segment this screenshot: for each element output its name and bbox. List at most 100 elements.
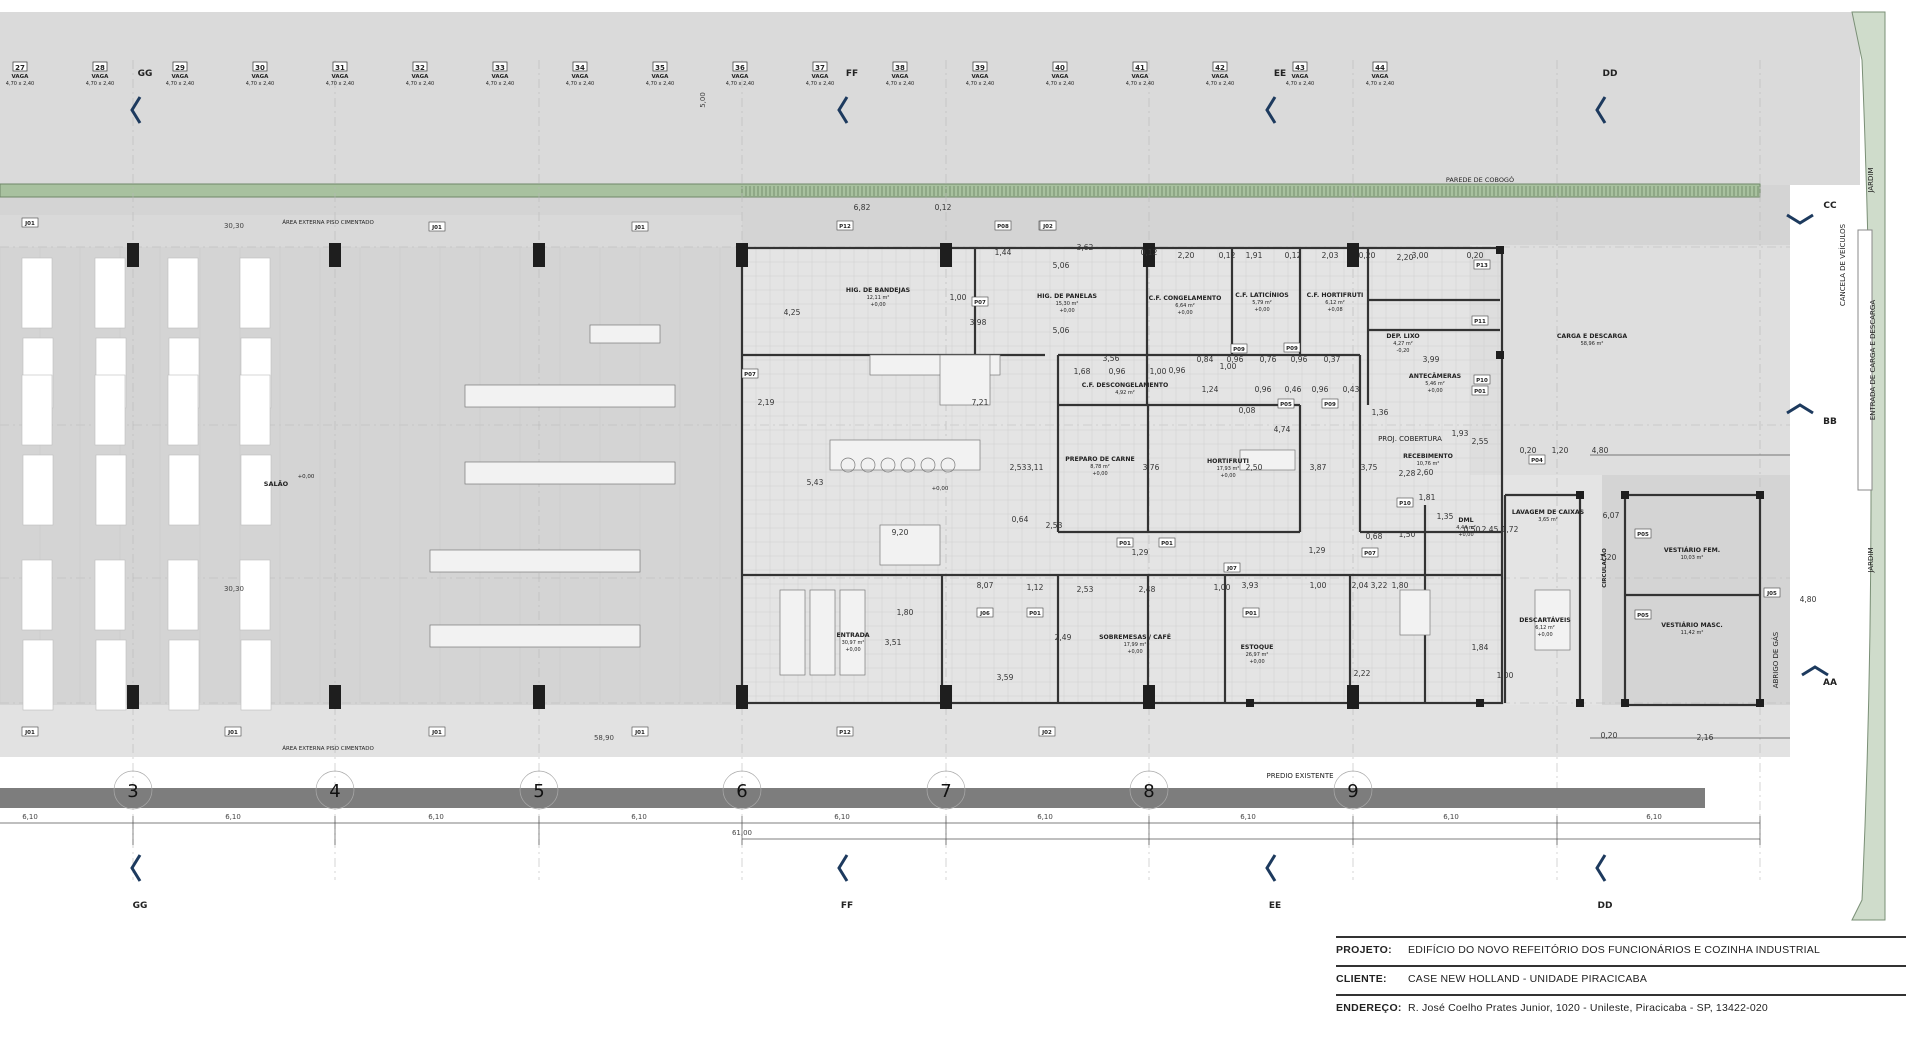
floor-plan-drawing: 27VAGA4,70 x 2,4028VAGA4,70 x 2,4029VAGA… — [0, 0, 1920, 1037]
existing-building-band — [0, 788, 1705, 808]
interior-dimension: 1,50 — [1399, 530, 1416, 539]
section-label-top: EE — [1274, 69, 1286, 79]
interior-dimension: 6,82 — [854, 203, 871, 212]
interior-dimension: 1,80 — [1392, 581, 1409, 590]
interior-dimension: 2,04 — [1352, 581, 1369, 590]
gas-shelter-label: ABRIGO DE GÁS — [1771, 631, 1780, 688]
interior-dimension: 3,62 — [1077, 243, 1094, 252]
axis-number: 8 — [1143, 781, 1154, 802]
section-label-top: GG — [138, 69, 153, 79]
interior-dimension: 1,00 — [1497, 671, 1514, 680]
parking-number: 36 — [735, 64, 745, 72]
bay-dimension: 6,10 — [1443, 813, 1459, 821]
room-level: +0,00 — [1059, 308, 1074, 314]
parking-number: 43 — [1295, 64, 1305, 72]
interior-dimension: 1,72 — [1502, 525, 1519, 534]
parking-dim: 4,70 x 2,40 — [726, 81, 754, 87]
parking-label: VAGA — [732, 74, 750, 80]
room-level: +0,00 — [845, 647, 860, 653]
circulation-label: CIRCULAÇÃO — [1601, 548, 1608, 588]
interior-dimension: 3,51 — [885, 638, 902, 647]
project-label: PROJETO: — [1336, 944, 1392, 956]
title-block: PROJETO: EDIFÍCIO DO NOVO REFEITÓRIO DOS… — [1336, 936, 1906, 1023]
room-area: 5,46 m² — [1425, 381, 1445, 387]
interior-dimension: 1,00 — [1220, 362, 1237, 371]
door-tag: P07 — [974, 300, 986, 306]
interior-dimension: 4,25 — [784, 308, 801, 317]
parking-label: VAGA — [252, 74, 270, 80]
interior-dimension: 0,64 — [1012, 515, 1029, 524]
interior-dimension: 0,12 — [1285, 251, 1302, 260]
address-row: ENDEREÇO: R. José Coelho Prates Junior, … — [1336, 994, 1906, 1023]
kitchen-level: +0,00 — [932, 486, 949, 492]
room-level: +0,00 — [870, 302, 885, 308]
interior-dimension: 1,24 — [1202, 385, 1219, 394]
interior-dimension: 3,00 — [1412, 251, 1429, 260]
interior-dimension: 2,20 — [1397, 253, 1414, 262]
room-name: C.F. DESCONGELAMENTO — [1082, 382, 1169, 389]
parking-label: VAGA — [1372, 74, 1390, 80]
interior-dimension: 0,50 — [1464, 525, 1481, 534]
room-name: VESTIÁRIO MASC. — [1661, 620, 1723, 629]
door-tag: P01 — [1245, 611, 1257, 617]
door-tag: P09 — [1324, 402, 1336, 408]
room-area: 17,93 m² — [1217, 466, 1240, 472]
bay-dimension: 6,10 — [22, 813, 38, 821]
interior-dimension: 1,00 — [1150, 367, 1167, 376]
loading-entrance-label: ENTRADA DE CARGA E DESCARGA — [1869, 300, 1877, 420]
parking-number: 39 — [975, 64, 985, 72]
external-area-label-bottom: ÁREA EXTERNA PISO CIMENTADO — [282, 745, 374, 752]
door-tag: J01 — [431, 225, 442, 231]
door-tag: P01 — [1161, 541, 1173, 547]
room-area: 15,30 m² — [1056, 301, 1079, 307]
door-tag: P08 — [997, 224, 1009, 230]
room-name: DML — [1458, 517, 1473, 524]
room-level: +0,00 — [1220, 473, 1235, 479]
interior-dimension: 1,84 — [1472, 643, 1489, 652]
parking-dim: 4,70 x 2,40 — [166, 81, 194, 87]
parking-label: VAGA — [1292, 74, 1310, 80]
door-tag: J01 — [227, 730, 238, 736]
parking-number: 28 — [95, 64, 105, 72]
door-tag: P04 — [1531, 458, 1543, 464]
parking-number: 31 — [335, 64, 345, 72]
room-name: ENTRADA — [836, 632, 869, 639]
interior-dimension: 2,49 — [1055, 633, 1072, 642]
service-yard — [1470, 245, 1790, 475]
parking-number: 30 — [255, 64, 265, 72]
interior-dimension: 6,07 — [1603, 511, 1620, 520]
interior-dimension: 9,20 — [892, 528, 909, 537]
door-tag: J06 — [979, 611, 990, 617]
interior-dimension: 0,20 — [1601, 731, 1618, 740]
parking-dim: 4,70 x 2,40 — [1126, 81, 1154, 87]
parking-dim: 4,70 x 2,40 — [6, 81, 34, 87]
external-strip-bottom — [0, 705, 1790, 757]
interior-dimension: 3,76 — [1143, 463, 1160, 472]
door-tag: P01 — [1119, 541, 1131, 547]
parking-dim: 4,70 x 2,40 — [86, 81, 114, 87]
cobogo-wall-label: PAREDE DE COBOGÓ — [1446, 175, 1514, 184]
door-tag: P12 — [839, 224, 851, 230]
section-label-top: FF — [846, 69, 858, 79]
door-tag: J02 — [1042, 224, 1053, 230]
dimension-axis-total: 61,00 — [732, 829, 752, 837]
room-name: C.F. CONGELAMENTO — [1149, 295, 1222, 302]
external-area-label-top: ÁREA EXTERNA PISO CIMENTADO — [282, 219, 374, 226]
room-level: +0,08 — [1327, 307, 1342, 313]
interior-dimension: 0,76 — [1260, 355, 1277, 364]
parking-label: VAGA — [412, 74, 430, 80]
room-name: ESTOQUE — [1241, 644, 1274, 651]
interior-dimension: 1,91 — [1246, 251, 1263, 260]
bay-dimension: 6,10 — [1646, 813, 1662, 821]
axis-number: 7 — [940, 781, 951, 802]
parking-label: VAGA — [332, 74, 350, 80]
interior-dimension: 2,55 — [1472, 437, 1489, 446]
room-area: 5,79 m² — [1252, 300, 1272, 306]
room-name: DEP. LIXO — [1386, 333, 1419, 340]
interior-dimension: 1,00 — [950, 293, 967, 302]
door-tag: P05 — [1280, 402, 1292, 408]
interior-dimension: 1,00 — [1214, 583, 1231, 592]
door-tag: J01 — [431, 730, 442, 736]
address-value: R. José Coelho Prates Junior, 1020 - Uni… — [1408, 1002, 1768, 1014]
interior-dimension: 0,96 — [1255, 385, 1272, 394]
